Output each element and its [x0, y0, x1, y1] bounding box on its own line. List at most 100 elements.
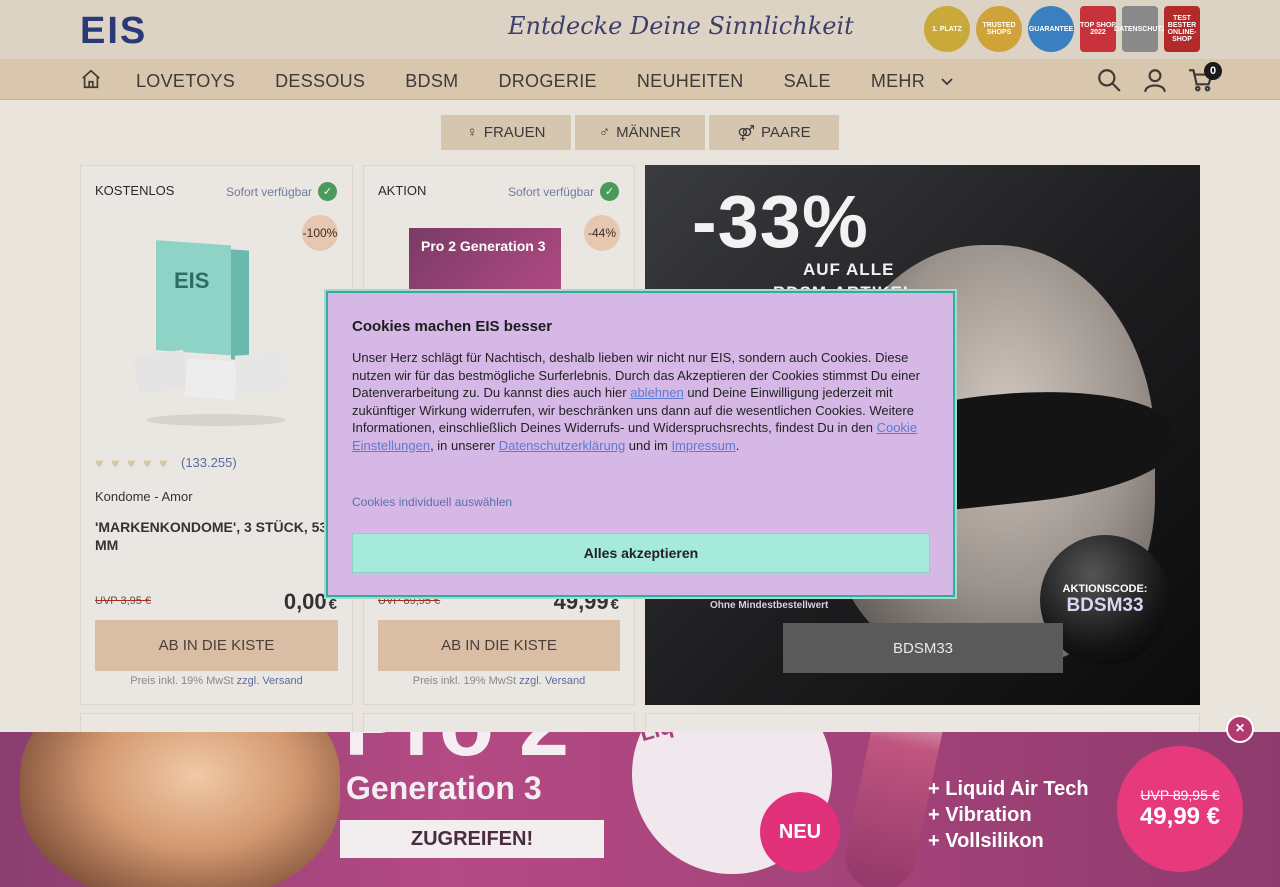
cookie-text-3: , in unserer: [430, 437, 499, 453]
promo-price: 49,99 €: [1139, 803, 1221, 830]
filter-men-label: MÄNNER: [616, 124, 682, 141]
promo-generation: Generation 3: [346, 770, 542, 806]
availability: Sofort verfügbar ✓: [508, 182, 619, 201]
slogan: Entdecke Deine Sinnlichkeit: [508, 12, 854, 40]
tax-label: Preis inkl. 19% MwSt: [130, 675, 234, 687]
award-badge[interactable]: 1. PLATZ: [924, 6, 970, 52]
promo-code-button[interactable]: BDSM33: [783, 623, 1063, 673]
customize-cookies-link[interactable]: Cookies individuell auswählen: [352, 495, 512, 509]
add-to-cart-button[interactable]: AB IN DIE KISTE: [95, 620, 338, 671]
female-icon: ♀: [466, 124, 478, 141]
test-badge[interactable]: TEST BESTER ONLINE-SHOP: [1164, 6, 1200, 52]
gender-filter: ♀ FRAUEN ♂ MÄNNER ⚤ PAARE: [441, 115, 839, 150]
user-icon[interactable]: [1142, 67, 1168, 93]
promo-uvp: UVP 89,95 €: [1140, 787, 1220, 803]
cookie-text-4: und im: [625, 437, 672, 453]
promo-buy-button[interactable]: ZUGREIFEN!: [340, 820, 604, 858]
banner-subline: AUF ALLE: [803, 260, 895, 279]
product-category: Kondome - Amor: [95, 489, 193, 504]
cookie-title: Cookies machen EIS besser: [352, 318, 553, 335]
main-nav: LOVETOYS DESSOUS BDSM DROGERIE NEUHEITEN…: [0, 59, 1280, 100]
nav-item-mehr[interactable]: MEHR: [871, 71, 955, 92]
imprint-link[interactable]: Impressum: [671, 438, 735, 453]
check-icon: ✓: [318, 182, 337, 201]
promo-code-value: BDSM33: [1066, 595, 1144, 616]
trust-badges: 1. PLATZ TRUSTED SHOPS GUARANTEE TOP SHO…: [924, 6, 1200, 52]
tax-note: Preis inkl. 19% MwSt zzgl. Versand: [81, 675, 352, 687]
nav-icons: 0: [1096, 62, 1222, 93]
heart-icon: ♥: [111, 454, 120, 471]
cart-count: 0: [1204, 62, 1222, 80]
tax-label: Preis inkl. 19% MwSt: [412, 675, 517, 687]
nav-items: LOVETOYS DESSOUS BDSM DROGERIE NEUHEITEN…: [136, 71, 954, 92]
couple-icon: ⚤: [737, 124, 755, 142]
nav-item-dessous[interactable]: DESSOUS: [275, 71, 365, 92]
product-title[interactable]: 'MARKENKONDOME', 3 STÜCK, 53 MM: [95, 518, 335, 554]
nav-item-sale[interactable]: SALE: [784, 71, 831, 92]
shipping-link[interactable]: zzgl. Versand: [519, 675, 585, 687]
review-count[interactable]: (133.255): [181, 455, 237, 470]
filter-couples-label: PAARE: [760, 124, 811, 141]
availability-label: Sofort verfügbar: [225, 184, 312, 199]
currency: €: [610, 596, 619, 613]
promo-feature: + Vibration: [928, 804, 1032, 826]
close-icon[interactable]: ×: [1226, 715, 1254, 743]
rating: ♥ ♥ ♥ ♥ ♥ (133.255): [95, 455, 237, 470]
tax-note: Preis inkl. 19% MwSt zzgl. Versand: [364, 675, 634, 687]
nav-item-mehr-label: MEHR: [870, 71, 926, 91]
promo-code-label: AKTIONSCODE:: [1062, 583, 1148, 595]
new-badge: NEU: [760, 792, 840, 872]
datenschutz-badge[interactable]: DATENSCHUTZ: [1114, 6, 1166, 52]
guarantee-badge[interactable]: GUARANTEE: [1028, 6, 1074, 52]
filter-couples-button[interactable]: ⚤ PAARE: [709, 115, 839, 150]
availability-label: Sofort verfügbar: [507, 184, 594, 199]
pro2-promo-banner[interactable]: Pro 2 Generation 3 ZUGREIFEN! Liquid Air…: [0, 732, 1280, 887]
filter-women-label: FRAUEN: [483, 124, 546, 141]
product-tag: KOSTENLOS: [95, 183, 175, 198]
top-shop-badge[interactable]: TOP SHOP 2022: [1080, 6, 1116, 52]
heart-icon: ♥: [159, 454, 168, 471]
heart-icon: ♥: [127, 454, 136, 471]
cookie-consent-dialog: Cookies machen EIS besser Unser Herz sch…: [326, 291, 955, 597]
trusted-shops-badge[interactable]: TRUSTED SHOPS: [976, 6, 1022, 52]
nav-item-drogerie[interactable]: DROGERIE: [498, 71, 596, 92]
product-image[interactable]: EIS: [126, 228, 306, 428]
cookie-text-5: .: [735, 437, 740, 453]
male-icon: ♂: [598, 124, 611, 141]
promo-feature: + Vollsilikon: [928, 830, 1044, 852]
heart-icon: ♥: [95, 454, 104, 471]
availability: Sofort verfügbar ✓: [226, 182, 337, 201]
no-minimum-label: Ohne Mindestbestellwert: [710, 600, 829, 611]
home-icon[interactable]: [80, 68, 102, 90]
privacy-link[interactable]: Datenschutzerklärung: [499, 438, 625, 453]
product-tag: AKTION: [378, 183, 427, 198]
product-image[interactable]: Pro 2 Generation 3: [409, 228, 561, 298]
filter-women-button[interactable]: ♀ FRAUEN: [441, 115, 571, 150]
filter-men-button[interactable]: ♂ MÄNNER: [575, 115, 705, 150]
svg-text:EIS: EIS: [174, 268, 209, 293]
chevron-down-icon: [941, 78, 953, 86]
product-card[interactable]: KOSTENLOS Sofort verfügbar ✓ -100% EIS ♥…: [80, 165, 353, 705]
add-to-cart-button[interactable]: AB IN DIE KISTE: [378, 620, 620, 671]
check-icon: ✓: [600, 182, 619, 201]
heart-icon: ♥: [143, 454, 152, 471]
discount-badge: -44%: [584, 215, 620, 251]
promo-features: + Liquid Air Tech + Vibration + Vollsili…: [928, 776, 1089, 854]
promo-feature: + Liquid Air Tech: [928, 778, 1089, 800]
promo-model-image: [20, 732, 340, 887]
currency: €: [328, 596, 337, 613]
accept-all-button[interactable]: Alles akzeptieren: [352, 533, 930, 573]
promo-price-badge: UVP 89,95 € 49,99 €: [1117, 746, 1243, 872]
search-icon[interactable]: [1096, 67, 1122, 93]
shipping-link[interactable]: zzgl. Versand: [237, 675, 303, 687]
eis-logo[interactable]: EIS: [80, 10, 147, 53]
discount-badge: -100%: [302, 215, 338, 251]
banner-headline: -33%: [692, 180, 869, 263]
nav-item-bdsm[interactable]: BDSM: [405, 71, 458, 92]
cart-button[interactable]: 0: [1188, 62, 1222, 93]
product-image-text: Pro 2 Generation 3: [421, 238, 546, 254]
reject-link[interactable]: ablehnen: [630, 385, 684, 400]
nav-item-lovetoys[interactable]: LOVETOYS: [136, 71, 235, 92]
nav-item-neuheiten[interactable]: NEUHEITEN: [637, 71, 744, 92]
cookie-text: Unser Herz schlägt für Nachtisch, deshal…: [352, 349, 924, 454]
